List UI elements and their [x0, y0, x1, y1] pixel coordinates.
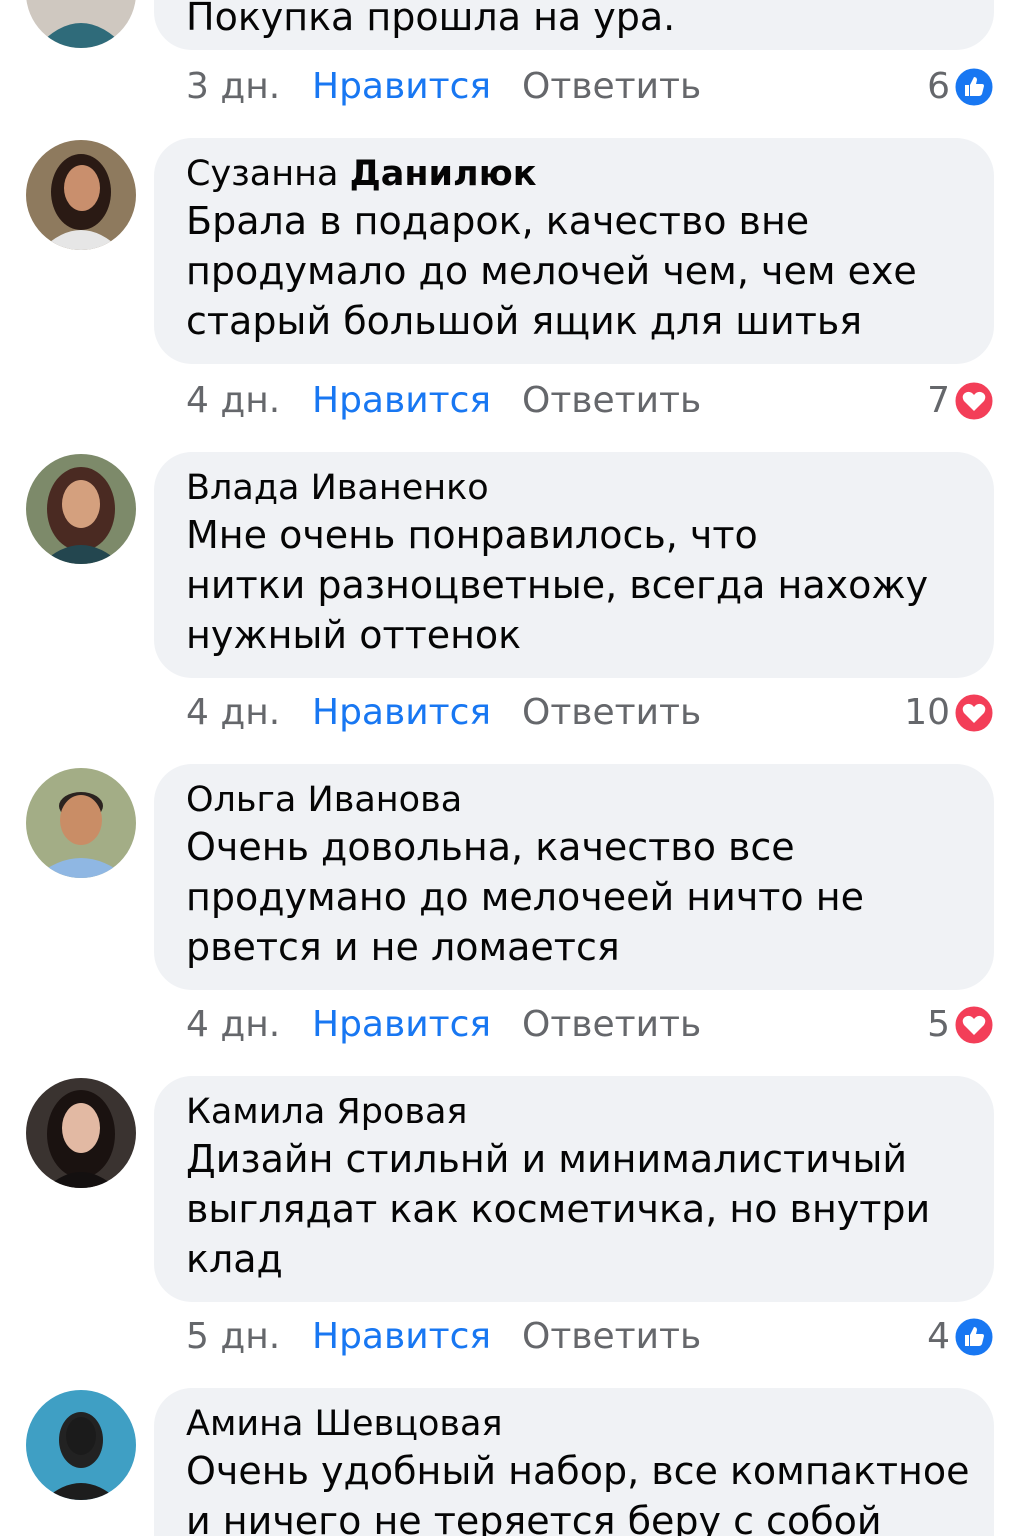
comment-line: выглядат как косметичка, но внутри: [186, 1187, 931, 1231]
comment-author[interactable]: Амина Шевцовая: [186, 1402, 962, 1446]
comment-time: 5 дн.: [186, 1316, 281, 1357]
reaction-count: 7: [927, 380, 950, 421]
like-icon: [954, 67, 994, 107]
comment-time: 4 дн.: [186, 692, 281, 733]
like-button[interactable]: Нравится: [312, 62, 491, 112]
reaction-summary[interactable]: 7: [927, 376, 994, 426]
comment-line: Дизайн стильнй и минималистичый: [186, 1137, 908, 1181]
avatar-photo: [26, 0, 136, 48]
reply-button[interactable]: Ответить: [522, 1000, 701, 1050]
author-first-name: Сузанна: [186, 154, 350, 194]
comment-line: нужный оттенок: [186, 613, 522, 657]
comment-actions: 5 дн. Нравится Ответить 4: [186, 1312, 994, 1362]
comment-time: 4 дн.: [186, 380, 281, 421]
heart-icon: [954, 381, 994, 421]
comment-author[interactable]: Камила Яровая: [186, 1090, 962, 1134]
comment-line: и ничего не теряется беру с собой: [186, 1499, 882, 1536]
avatar[interactable]: [26, 1078, 136, 1188]
avatar[interactable]: [26, 1390, 136, 1500]
avatar[interactable]: [26, 140, 136, 250]
reaction-count: 10: [904, 692, 950, 733]
comment-author[interactable]: Ольга Иванова: [186, 778, 962, 822]
comment-bubble: Покупка прошла на ура.: [154, 0, 994, 50]
comment-actions: 4 дн. Нравится Ответить 5: [186, 1000, 994, 1050]
like-icon: [954, 1317, 994, 1357]
avatar-photo: [26, 454, 136, 564]
avatar[interactable]: [26, 0, 136, 48]
comment-line: продумано до мелочеей ничто не: [186, 875, 864, 919]
comments-feed: Покупка прошла на ура. 3 дн. Нравится От…: [0, 0, 1024, 1536]
reply-button[interactable]: Ответить: [522, 1312, 701, 1362]
comment-bubble: Камила Яровая Дизайн стильнй и минималис…: [154, 1076, 994, 1302]
author-name: Амина Шевцовая: [186, 1404, 503, 1444]
reaction-summary[interactable]: 4: [927, 1312, 994, 1362]
like-button[interactable]: Нравится: [312, 688, 491, 738]
comment-line: Очень довольна, качество все: [186, 825, 795, 869]
reply-button[interactable]: Ответить: [522, 688, 701, 738]
like-button[interactable]: Нравится: [312, 1000, 491, 1050]
comment-actions: 3 дн. Нравится Ответить 6: [186, 62, 994, 112]
reply-button[interactable]: Ответить: [522, 376, 701, 426]
reaction-summary[interactable]: 10: [904, 688, 994, 738]
comment-bubble: Влада Иваненко Мне очень понравилось, чт…: [154, 452, 994, 678]
comment-line: Очень удобный набор, все компактное: [186, 1449, 970, 1493]
author-first-name: Влада: [186, 468, 311, 508]
avatar-photo: [26, 1078, 136, 1188]
comment-time: 4 дн.: [186, 1004, 281, 1045]
comment-actions: 4 дн. Нравится Ответить 10: [186, 688, 994, 738]
heart-icon: [954, 1005, 994, 1045]
heart-icon: [954, 693, 994, 733]
avatar-photo: [26, 140, 136, 250]
like-button[interactable]: Нравится: [312, 376, 491, 426]
comment-actions: 4 дн. Нравится Ответить 7: [186, 376, 994, 426]
author-last-name: Данилюк: [349, 154, 537, 194]
reply-button[interactable]: Ответить: [522, 62, 701, 112]
comment-line: нитки разноцветные, всегда нахожу: [186, 563, 929, 607]
like-button[interactable]: Нравится: [312, 1312, 491, 1362]
avatar-photo: [26, 768, 136, 878]
author-name: Камила Яровая: [186, 1092, 468, 1132]
comment-author[interactable]: Влада Иваненко: [186, 466, 962, 510]
reaction-summary[interactable]: 5: [927, 1000, 994, 1050]
comment-author[interactable]: Сузанна Данилюк: [186, 152, 962, 196]
comment-line: клад: [186, 1237, 283, 1281]
reaction-count: 4: [927, 1316, 950, 1357]
reaction-summary[interactable]: 6: [927, 62, 994, 112]
avatar-photo: [26, 1390, 136, 1500]
comment-bubble: Амина Шевцовая Очень удобный набор, все …: [154, 1388, 994, 1536]
avatar[interactable]: [26, 768, 136, 878]
reaction-count: 6: [927, 66, 950, 107]
comment-line: Покупка прошла на ура.: [186, 0, 676, 39]
comment-line: Мне очень понравилось, что: [186, 513, 758, 557]
comment-line: старый большой ящик для шитья: [186, 299, 863, 343]
author-last-name: Иваненко: [310, 468, 489, 508]
avatar[interactable]: [26, 454, 136, 564]
comment-line: рвется и не ломается: [186, 925, 620, 969]
comment-line: Брала в подарок, качество вне: [186, 199, 810, 243]
author-name: Ольга Иванова: [186, 780, 463, 820]
comment-line: продумало до мелочей чем, чем‌ ехе: [186, 249, 917, 293]
reaction-count: 5: [927, 1004, 950, 1045]
comment-bubble: Сузанна Данилюк Брала в подарок, качеств…: [154, 138, 994, 364]
comment-time: 3 дн.: [186, 66, 281, 107]
comment-bubble: Ольга Иванова Очень довольна, качество в…: [154, 764, 994, 990]
